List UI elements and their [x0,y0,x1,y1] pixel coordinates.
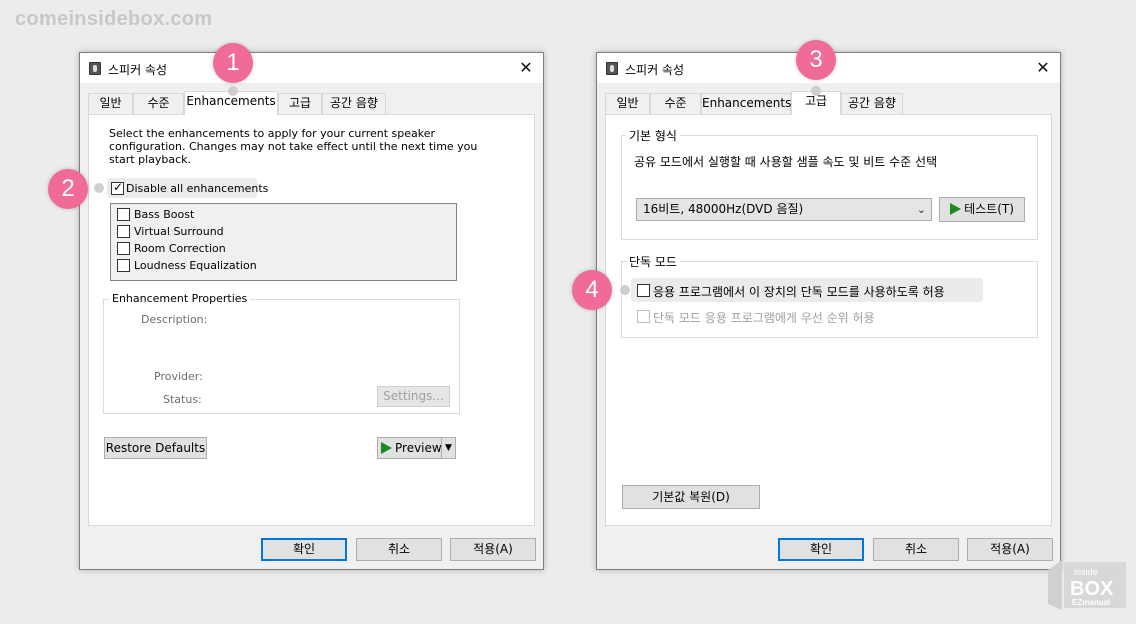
left-dialog-title: 스피커 속성 [108,63,168,77]
svg-text:inside: inside [1074,567,1098,577]
virtual-surround-label: Virtual Surround [134,225,224,238]
sample-format-value: 16비트, 48000Hz(DVD 음질) [643,202,804,216]
speaker-icon [606,62,618,75]
restore-defaults-button[interactable]: 기본값 복원(D) [622,485,760,509]
allow-exclusive-checkbox[interactable] [637,284,650,297]
svg-text:EZmanual: EZmanual [1072,598,1110,607]
disable-all-checkbox[interactable] [111,180,124,195]
enhancements-list: Bass Boost Virtual Surround Room Correct… [110,203,457,281]
play-icon [950,203,962,215]
preview-button[interactable]: Preview ▼ [377,437,456,459]
step-marker-3: 3 [796,40,836,80]
bass-boost-checkbox[interactable] [117,208,130,221]
ok-button[interactable]: 확인 [261,538,347,561]
right-dialog-title: 스피커 속성 [625,63,685,77]
tab-levels[interactable]: 수준 [650,93,701,114]
apply-button[interactable]: 적용(A) [967,538,1053,561]
test-label: 테스트(T) [964,202,1014,216]
enhancements-description: Select the enhancements to apply for you… [109,127,478,166]
room-correction-checkbox[interactable] [117,242,130,255]
allow-exclusive-label: 응용 프로그램에서 이 장치의 단독 모드를 사용하도록 허용 [653,285,945,299]
preview-label: Preview [395,441,442,455]
step-marker-4: 4 [572,270,612,310]
bass-boost-label: Bass Boost [134,208,195,221]
settings-button[interactable]: Settings... [377,386,450,407]
tab-general[interactable]: 일반 [605,93,650,114]
disable-all-label: Disable all enhancements [126,182,269,195]
left-titlebar: 스피커 속성 ✕ [80,53,543,83]
provider-label: Provider: [154,370,203,383]
close-icon[interactable]: ✕ [1032,57,1054,79]
apply-button[interactable]: 적용(A) [450,538,536,561]
step-marker-2: 2 [48,169,88,209]
loudness-eq-checkbox[interactable] [117,259,130,272]
description-label: Description: [141,313,208,326]
play-icon [381,442,392,454]
cancel-button[interactable]: 취소 [356,538,442,561]
site-watermark: comeinsidebox.com [15,8,213,30]
exclusive-priority-label: 단독 모드 응용 프로그램에게 우선 순위 허용 [653,311,875,325]
tab-spatial-sound[interactable]: 공간 음향 [841,93,903,114]
status-label: Status: [163,393,202,406]
cancel-button[interactable]: 취소 [873,538,959,561]
marker-4-pointer [620,285,630,295]
default-format-group [621,135,1038,240]
test-button[interactable]: 테스트(T) [939,197,1025,222]
virtual-surround-checkbox[interactable] [117,225,130,238]
insidebox-logo: inside BOX EZmanual [1048,560,1126,610]
step-marker-1: 1 [213,43,253,83]
loudness-eq-label: Loudness Equalization [134,259,257,272]
left-dialog: 스피커 속성 ✕ 일반 수준 Enhancements 고급 공간 음향 Sel… [79,52,544,570]
speaker-icon [89,62,101,75]
tab-advanced[interactable]: 고급 [278,93,322,114]
tab-spatial-sound[interactable]: 공간 음향 [322,93,386,114]
ok-button[interactable]: 확인 [778,538,864,561]
sample-format-select[interactable]: 16비트, 48000Hz(DVD 음질) ⌄ [636,198,932,221]
marker-1-pointer [228,86,238,96]
enhancement-properties-title: Enhancement Properties [109,292,251,305]
room-correction-label: Room Correction [134,242,226,255]
exclusive-priority-checkbox[interactable] [637,310,650,323]
default-format-title: 기본 형식 [626,127,680,144]
right-dialog: 스피커 속성 ✕ 일반 수준 Enhancements 고급 공간 음향 기본 … [596,52,1061,570]
tab-general[interactable]: 일반 [88,93,133,114]
marker-2-pointer [94,183,104,193]
left-tab-panel: Select the enhancements to apply for you… [88,114,535,526]
svg-text:BOX: BOX [1070,578,1114,600]
chevron-down-icon: ⌄ [916,203,926,216]
tab-levels[interactable]: 수준 [133,93,184,114]
exclusive-mode-title: 단독 모드 [626,253,680,270]
dropdown-arrow-icon[interactable]: ▼ [441,438,455,458]
close-icon[interactable]: ✕ [515,57,537,79]
tab-enhancements[interactable]: Enhancements [701,93,791,114]
marker-3-pointer [811,86,821,96]
right-tab-panel: 기본 형식 공유 모드에서 실행할 때 사용할 샘플 속도 및 비트 수준 선택… [605,114,1052,526]
restore-defaults-button[interactable]: Restore Defaults [104,437,207,459]
default-format-description: 공유 모드에서 실행할 때 사용할 샘플 속도 및 비트 수준 선택 [634,155,938,169]
